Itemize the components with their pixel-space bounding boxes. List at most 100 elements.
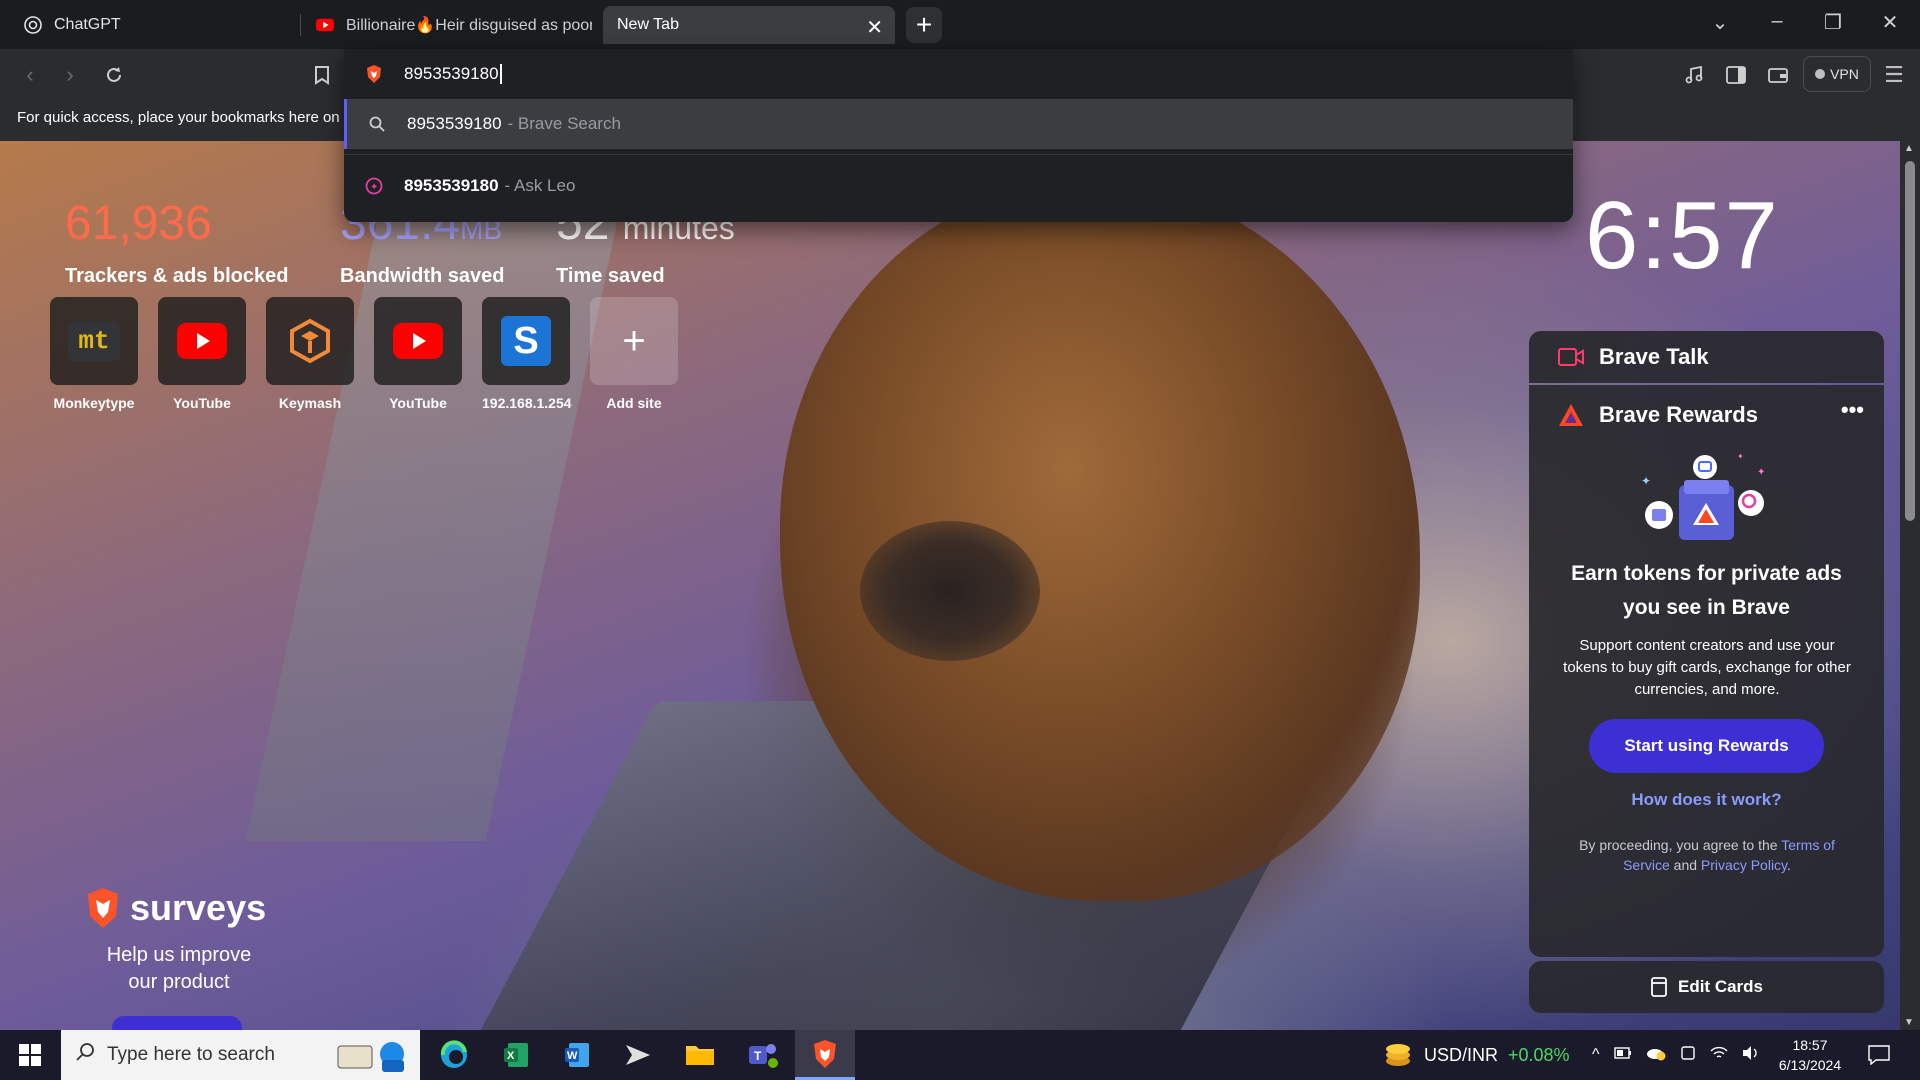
notification-center-icon[interactable]: [1868, 1030, 1890, 1080]
new-tab-button[interactable]: +: [906, 7, 942, 43]
menu-icon[interactable]: ☰: [1880, 61, 1908, 89]
wifi-icon[interactable]: [1710, 1046, 1728, 1065]
taskbar-search-placeholder: Type here to search: [107, 1044, 275, 1065]
bat-triangle-icon: [1558, 403, 1584, 432]
bookmark-icon[interactable]: [308, 61, 336, 89]
brave-talk-card[interactable]: Brave Talk: [1529, 331, 1884, 383]
top-site-label: Add site: [606, 395, 662, 411]
svg-text:✦: ✦: [370, 182, 378, 193]
restore-icon[interactable]: ❐: [1813, 10, 1853, 35]
edge-icon[interactable]: [424, 1030, 484, 1080]
scroll-up-icon[interactable]: ▲: [1904, 143, 1914, 154]
address-input[interactable]: 8953539180: [404, 64, 502, 84]
suggestion-ask-leo[interactable]: ✦ 8953539180 - Ask Leo: [344, 161, 1573, 211]
music-note-icon[interactable]: [1680, 61, 1708, 89]
trackers-blocked-value: 61,936: [65, 197, 212, 250]
close-window-icon[interactable]: ✕: [1870, 10, 1910, 35]
ticker-change: +0.08%: [1508, 1044, 1570, 1065]
scrollbar-thumb[interactable]: [1905, 161, 1915, 521]
reload-icon[interactable]: [100, 61, 128, 89]
meet-now-icon[interactable]: [1680, 1045, 1696, 1066]
surveys-button[interactable]: [112, 1016, 242, 1030]
rewards-heading: Earn tokens for private ads you see in B…: [1529, 557, 1884, 625]
top-site-label: 192.168.1.254: [482, 395, 572, 411]
word-icon[interactable]: W: [547, 1030, 607, 1080]
minimize-icon[interactable]: –: [1757, 10, 1797, 33]
tab-search-chevron-icon[interactable]: ⌄: [1700, 10, 1740, 35]
leo-icon: ✦: [344, 177, 404, 195]
surveys-brand: surveys: [130, 887, 267, 928]
tab-youtube-video[interactable]: Billionaire🔥Heir disguised as poor in: [302, 6, 592, 44]
add-site-button[interactable]: + Add site: [590, 297, 678, 411]
file-explorer-icon[interactable]: [670, 1030, 730, 1080]
privacy-policy-link[interactable]: Privacy Policy: [1701, 857, 1787, 873]
time-saved-label: Time saved: [556, 265, 665, 287]
battery-icon[interactable]: [1613, 1046, 1632, 1064]
top-site-monkeytype[interactable]: mt Monkeytype: [50, 297, 138, 411]
bandwidth-saved-label: Bandwidth saved: [340, 265, 505, 287]
tab-title: ChatGPT: [54, 16, 121, 33]
svg-text:✦: ✦: [1757, 467, 1765, 478]
top-site-youtube[interactable]: YouTube: [158, 297, 246, 411]
sidebar-toggle-icon[interactable]: [1722, 61, 1750, 89]
video-camera-icon: [1558, 347, 1584, 372]
rewards-heading-line1: Earn tokens for private ads: [1571, 562, 1842, 585]
svg-text:✦: ✦: [1641, 474, 1651, 488]
tab-strip: ChatGPT Billionaire🔥Heir disguised as po…: [0, 0, 1920, 49]
suggestion-query: 8953539180: [404, 176, 499, 195]
teams-icon[interactable]: T: [733, 1030, 793, 1080]
youtube-icon: [316, 16, 334, 34]
vpn-button[interactable]: VPN: [1803, 56, 1871, 92]
currency-ticker[interactable]: USD/INR +0.08%: [1382, 1030, 1570, 1080]
start-using-rewards-button[interactable]: Start using Rewards: [1589, 719, 1824, 773]
page-scrollbar[interactable]: ▲ ▼: [1900, 141, 1920, 1030]
keymash-icon: [266, 297, 354, 385]
monkeytype-icon: mt: [50, 297, 138, 385]
rewards-heading-line2: you see in Brave: [1623, 596, 1790, 619]
rewards-body: Support content creators and use your to…: [1563, 637, 1851, 698]
chevron-up-icon[interactable]: ^: [1592, 1046, 1600, 1064]
close-tab-icon[interactable]: ✕: [866, 15, 883, 40]
taskbar-search[interactable]: Type here to search: [61, 1030, 420, 1080]
search-icon: [347, 116, 407, 132]
top-site-router[interactable]: S 192.168.1.254: [482, 297, 572, 411]
forward-icon[interactable]: ›: [56, 61, 84, 89]
wallet-icon[interactable]: [1764, 61, 1792, 89]
tab-new-tab[interactable]: New Tab ✕: [603, 6, 895, 44]
address-bar[interactable]: 8953539180: [344, 49, 1573, 99]
vpn-status-icon: [1815, 69, 1826, 79]
clock-date[interactable]: 18:57 6/13/2024: [1765, 1030, 1855, 1080]
more-options-icon[interactable]: •••: [1841, 397, 1864, 423]
brave-rewards-card: Brave Rewards ••• ✦ ✦ ✦ Earn tokens for …: [1529, 385, 1884, 957]
taskbar-time: 18:57: [1792, 1037, 1828, 1053]
tab-chatgpt[interactable]: ChatGPT: [10, 6, 295, 44]
surveys-widget[interactable]: surveys Help us improve our product: [84, 886, 274, 1030]
background-puppy-face: [860, 521, 1040, 661]
rewards-legal: By proceeding, you agree to the Terms of…: [1557, 835, 1857, 875]
scroll-down-icon[interactable]: ▼: [1904, 1017, 1914, 1028]
media-player-icon[interactable]: [608, 1030, 668, 1080]
suggestion-brave-search[interactable]: 8953539180 - Brave Search: [344, 99, 1573, 149]
top-site-keymash[interactable]: Keymash: [266, 297, 354, 411]
trackers-blocked-label: Trackers & ads blocked: [65, 265, 289, 287]
svg-text:W: W: [567, 1050, 578, 1062]
suggestion-provider: - Ask Leo: [504, 176, 576, 195]
back-icon[interactable]: ‹: [16, 61, 44, 89]
volume-icon[interactable]: [1742, 1045, 1760, 1066]
how-does-it-work-link[interactable]: How does it work?: [1529, 790, 1884, 810]
edit-cards-button[interactable]: Edit Cards: [1529, 961, 1884, 1013]
brave-shield-icon: [344, 64, 404, 84]
onedrive-warning-icon[interactable]: [1646, 1045, 1666, 1066]
omnibox-dropdown: 8953539180 8953539180 - Brave Search ✦ 8…: [344, 49, 1573, 222]
brave-taskbar-icon[interactable]: [795, 1030, 855, 1080]
windows-start-icon[interactable]: [0, 1030, 60, 1080]
clock: 6:57: [1585, 182, 1780, 289]
top-site-youtube-2[interactable]: YouTube: [374, 297, 462, 411]
rewards-illustration-icon: ✦ ✦ ✦: [1629, 445, 1779, 570]
brave-talk-title: Brave Talk: [1599, 344, 1709, 369]
search-highlight-icon: [330, 1038, 410, 1080]
excel-icon[interactable]: X: [486, 1030, 546, 1080]
system-tray: ^: [1592, 1030, 1760, 1080]
legal-prefix: By proceeding, you agree to the: [1579, 837, 1782, 853]
brave-rewards-title: Brave Rewards: [1599, 402, 1758, 427]
